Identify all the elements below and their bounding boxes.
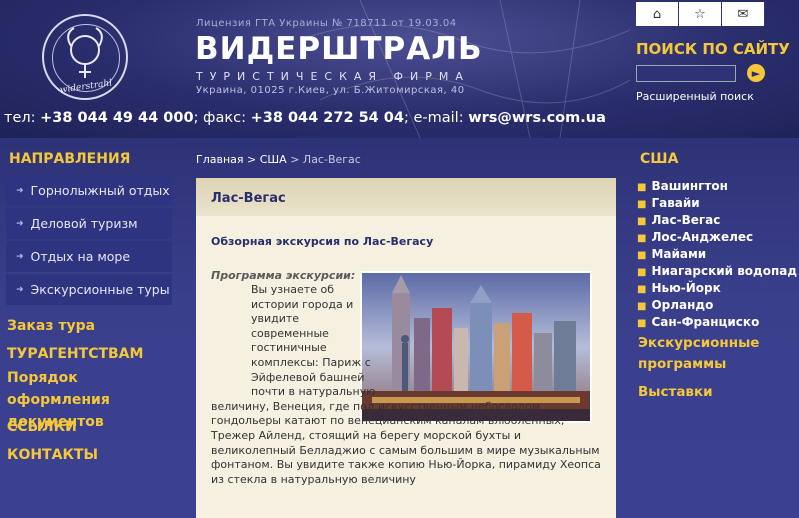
order-tour-link[interactable]: Заказ тура [7,315,95,337]
breadcrumb: Главная > США > Лас-Вегас [196,153,361,166]
city-label: Орландо [651,298,714,312]
site-header: widerstrahl Лицензия ГТА Украины № 71871… [0,0,799,138]
phone-label: тел: [4,110,36,126]
brand-subtitle: ТУРИСТИЧЕСКАЯ ФИРМА [196,70,470,83]
menu-item-label: Горнолыжный отдых [30,183,170,198]
directions-title: НАПРАВЛЕНИЯ [9,151,131,167]
city-item-niagara[interactable]: ■ Ниагарский водопад [637,263,797,280]
search-title: ПОИСК ПО САЙТУ [636,40,790,58]
agencies-link[interactable]: ТУРАГЕНТСТВАМ [7,343,143,365]
bullet-icon: ■ [637,199,647,210]
home-icon[interactable]: ⌂ [636,2,679,26]
arrow-right-icon: ➜ [16,284,24,295]
city-item-orlando[interactable]: ■ Орландо [637,297,797,314]
breadcrumb-home[interactable]: Главная [196,153,244,166]
menu-item-excursion[interactable]: ➜ Экскурсионные туры [6,274,172,305]
city-item-san-francisco[interactable]: ■ Сан-Франциско [637,314,797,331]
directions-menu: ➜ Горнолыжный отдых ➜ Деловой туризм ➜ Отды… [6,175,172,307]
bullet-icon: ■ [637,182,647,193]
bullet-icon: ■ [637,267,647,278]
city-item-washington[interactable]: ■ Вашингтон [637,178,797,195]
mail-icon[interactable]: ✉ [722,2,765,26]
phone-number: +38 044 49 44 000 [40,110,194,126]
city-label: Лос-Анджелес [651,230,754,244]
bullet-icon: ■ [637,301,647,312]
address-text: Украина, 01025 г.Киев, ул. Б.Житомирская… [196,85,465,96]
contact-line: тел: +38 044 49 44 000; факс: +38 044 27… [4,110,606,126]
menu-item-ski[interactable]: ➜ Горнолыжный отдых [6,175,172,206]
city-label: Лас-Вегас [651,213,721,227]
search-go-button[interactable]: ► [747,64,765,82]
city-label: Ниагарский водопад [651,264,798,278]
bullet-icon: ■ [637,284,647,295]
city-label: Нью-Йорк [651,281,721,295]
arrow-right-icon: ➜ [16,185,24,196]
city-item-new-york[interactable]: ■ Нью-Йорк [637,280,797,297]
exhibitions-link[interactable]: Выставки [638,382,713,403]
menu-item-label: Деловой туризм [30,216,138,231]
contacts-link[interactable]: КОНТАКТЫ [7,444,98,466]
bullet-icon: ■ [637,233,647,244]
excursion-programs-link[interactable]: Экскурсионные программы [638,333,788,375]
city-label: Майами [651,247,707,261]
city-item-miami[interactable]: ■ Майами [637,246,797,263]
program-text-wide: величину, Венеция, где под искусственным… [211,399,601,486]
city-item-hawaii[interactable]: ■ Гавайи [637,195,797,212]
page-title: Лас-Вегас [211,191,286,206]
main-content: Лас-Вегас Обзорная экскурсия по Лас-Вега… [196,178,616,518]
city-label: Сан-Франциско [651,315,760,329]
fax-label: ; факс: [193,110,246,126]
city-label: Гавайи [651,196,700,210]
menu-item-label: Отдых на море [30,249,131,264]
email-link[interactable]: wrs@wrs.com.ua [468,110,606,126]
brand-name[interactable]: ВИДЕРШТРАЛЬ [195,31,483,67]
arrow-right-icon: ➜ [16,251,24,262]
star-icon[interactable]: ☆ [679,2,722,26]
city-list: ■ Вашингтон ■ Гавайи ■ Лас-Вегас ■ Лос-Андже… [637,178,797,331]
usa-title: США [640,151,679,167]
menu-item-label: Экскурсионные туры [30,282,170,297]
bullet-icon: ■ [637,216,647,227]
breadcrumb-usa[interactable]: США [260,153,287,166]
breadcrumb-sep: > [286,153,303,166]
top-icon-bar: ⌂ ☆ ✉ [636,2,769,26]
city-item-los-angeles[interactable]: ■ Лос-Анджелес [637,229,797,246]
breadcrumb-current: Лас-Вегас [302,153,361,166]
program-label: Программа экскурсии: [211,269,356,282]
email-label: ; e-mail: [404,110,464,126]
links-link[interactable]: ССЫЛКИ [7,416,77,438]
bullet-icon: ■ [637,318,647,329]
fax-number: +38 044 272 54 04 [250,110,404,126]
menu-item-business[interactable]: ➜ Деловой туризм [6,208,172,239]
city-item-las-vegas[interactable]: ■ Лас-Вегас [637,212,797,229]
page: widerstrahl Лицензия ГТА Украины № 71871… [0,0,799,518]
arrow-right-icon: ➜ [16,218,24,229]
program-text-narrow: Вы узнаете об истории города и увидите с… [251,283,376,399]
breadcrumb-sep: > [243,153,260,166]
city-label: Вашингтон [651,179,728,193]
excursion-title[interactable]: Обзорная экскурсия по Лас-Вегасу [211,235,433,248]
program-text: Вы узнаете об истории города и увидите с… [211,283,606,487]
menu-item-sea[interactable]: ➜ Отдых на море [6,241,172,272]
advanced-search-link[interactable]: Расширенный поиск [636,90,754,103]
license-text: Лицензия ГТА Украины № 718711 от 19.03.0… [196,18,457,29]
bullet-icon: ■ [637,250,647,261]
search-input[interactable] [636,65,736,82]
